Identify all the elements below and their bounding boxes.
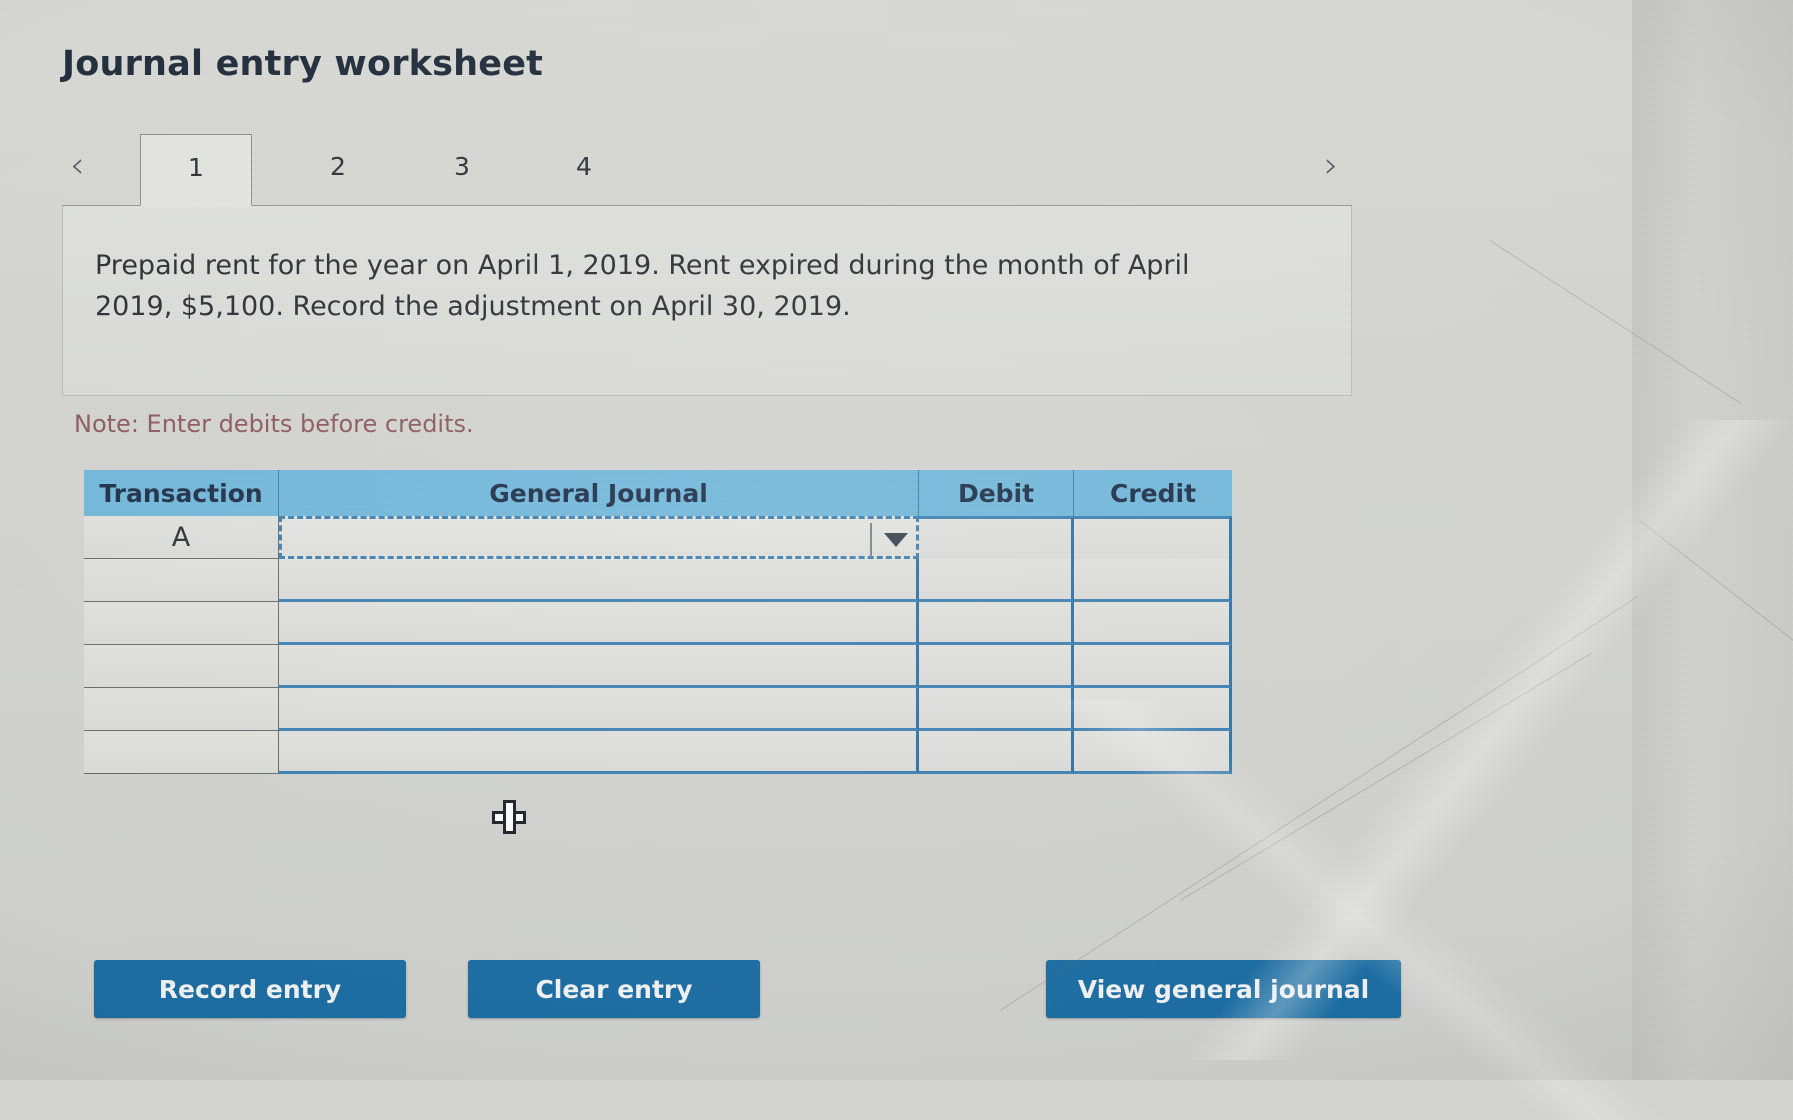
- cell-general-journal[interactable]: [279, 731, 919, 774]
- cell-debit[interactable]: [919, 602, 1074, 645]
- page-background: Journal entry worksheet ‹ › 1 2 3 4 Prep…: [0, 0, 1793, 1120]
- cell-transaction[interactable]: A: [84, 516, 279, 559]
- selected-row-credit-outline: [1074, 516, 1232, 559]
- cell-transaction[interactable]: [84, 645, 279, 688]
- cell-credit[interactable]: [1074, 602, 1232, 645]
- chevron-down-icon[interactable]: [884, 533, 908, 547]
- cell-transaction[interactable]: [84, 559, 279, 602]
- cell-debit[interactable]: [919, 645, 1074, 688]
- cell-debit[interactable]: [919, 731, 1074, 774]
- cell-transaction[interactable]: [84, 602, 279, 645]
- table-row: [84, 645, 1232, 688]
- debits-before-credits-note: Note: Enter debits before credits.: [74, 410, 474, 438]
- cell-credit[interactable]: [1074, 559, 1232, 602]
- transaction-description-text: Prepaid rent for the year on April 1, 20…: [95, 250, 1190, 322]
- chevron-left-icon[interactable]: ‹: [70, 146, 84, 186]
- cell-general-journal[interactable]: [279, 688, 919, 731]
- table-row: [84, 731, 1232, 774]
- cell-general-journal[interactable]: [279, 559, 919, 602]
- screen-right-bezel: [1632, 0, 1793, 1080]
- cell-debit[interactable]: [919, 688, 1074, 731]
- column-header-debit: Debit: [919, 470, 1074, 516]
- cell-transaction[interactable]: [84, 731, 279, 774]
- page-title: Journal entry worksheet: [62, 44, 544, 84]
- table-row: [84, 559, 1232, 602]
- cell-transaction[interactable]: [84, 688, 279, 731]
- tab-4[interactable]: 4: [536, 134, 632, 206]
- cell-credit[interactable]: [1074, 645, 1232, 688]
- worksheet-container: Journal entry worksheet ‹ › 1 2 3 4 Prep…: [0, 0, 1632, 1080]
- cell-debit[interactable]: [919, 559, 1074, 602]
- tab-3[interactable]: 3: [414, 134, 510, 206]
- account-title-dropdown[interactable]: [279, 516, 919, 559]
- table-body: A: [84, 516, 1232, 774]
- record-entry-button[interactable]: Record entry: [94, 960, 406, 1018]
- column-header-general-journal: General Journal: [279, 470, 919, 516]
- cell-credit[interactable]: [1074, 731, 1232, 774]
- column-header-credit: Credit: [1109, 478, 1197, 508]
- selected-row-debit-outline: [919, 516, 1074, 559]
- table-row: [84, 688, 1232, 731]
- clear-entry-button[interactable]: Clear entry: [468, 960, 760, 1018]
- table-row: A: [84, 516, 1232, 559]
- cell-general-journal[interactable]: [279, 602, 919, 645]
- chevron-right-icon[interactable]: ›: [1324, 146, 1338, 186]
- journal-entry-table: Transaction General Journal Debit Credit…: [84, 470, 1232, 774]
- table-header-row: Transaction General Journal Debit Credit: [84, 470, 1232, 516]
- tab-2[interactable]: 2: [290, 134, 386, 206]
- column-header-transaction: Transaction: [84, 470, 279, 516]
- tab-1[interactable]: 1: [140, 134, 252, 206]
- mouse-cursor-icon: [492, 800, 526, 834]
- view-general-journal-button[interactable]: View general journal: [1046, 960, 1401, 1018]
- cell-general-journal[interactable]: [279, 645, 919, 688]
- dropdown-separator: [870, 523, 872, 557]
- table-row: [84, 602, 1232, 645]
- cell-credit[interactable]: [1074, 688, 1232, 731]
- entry-tabs: ‹ › 1 2 3 4: [62, 126, 1352, 206]
